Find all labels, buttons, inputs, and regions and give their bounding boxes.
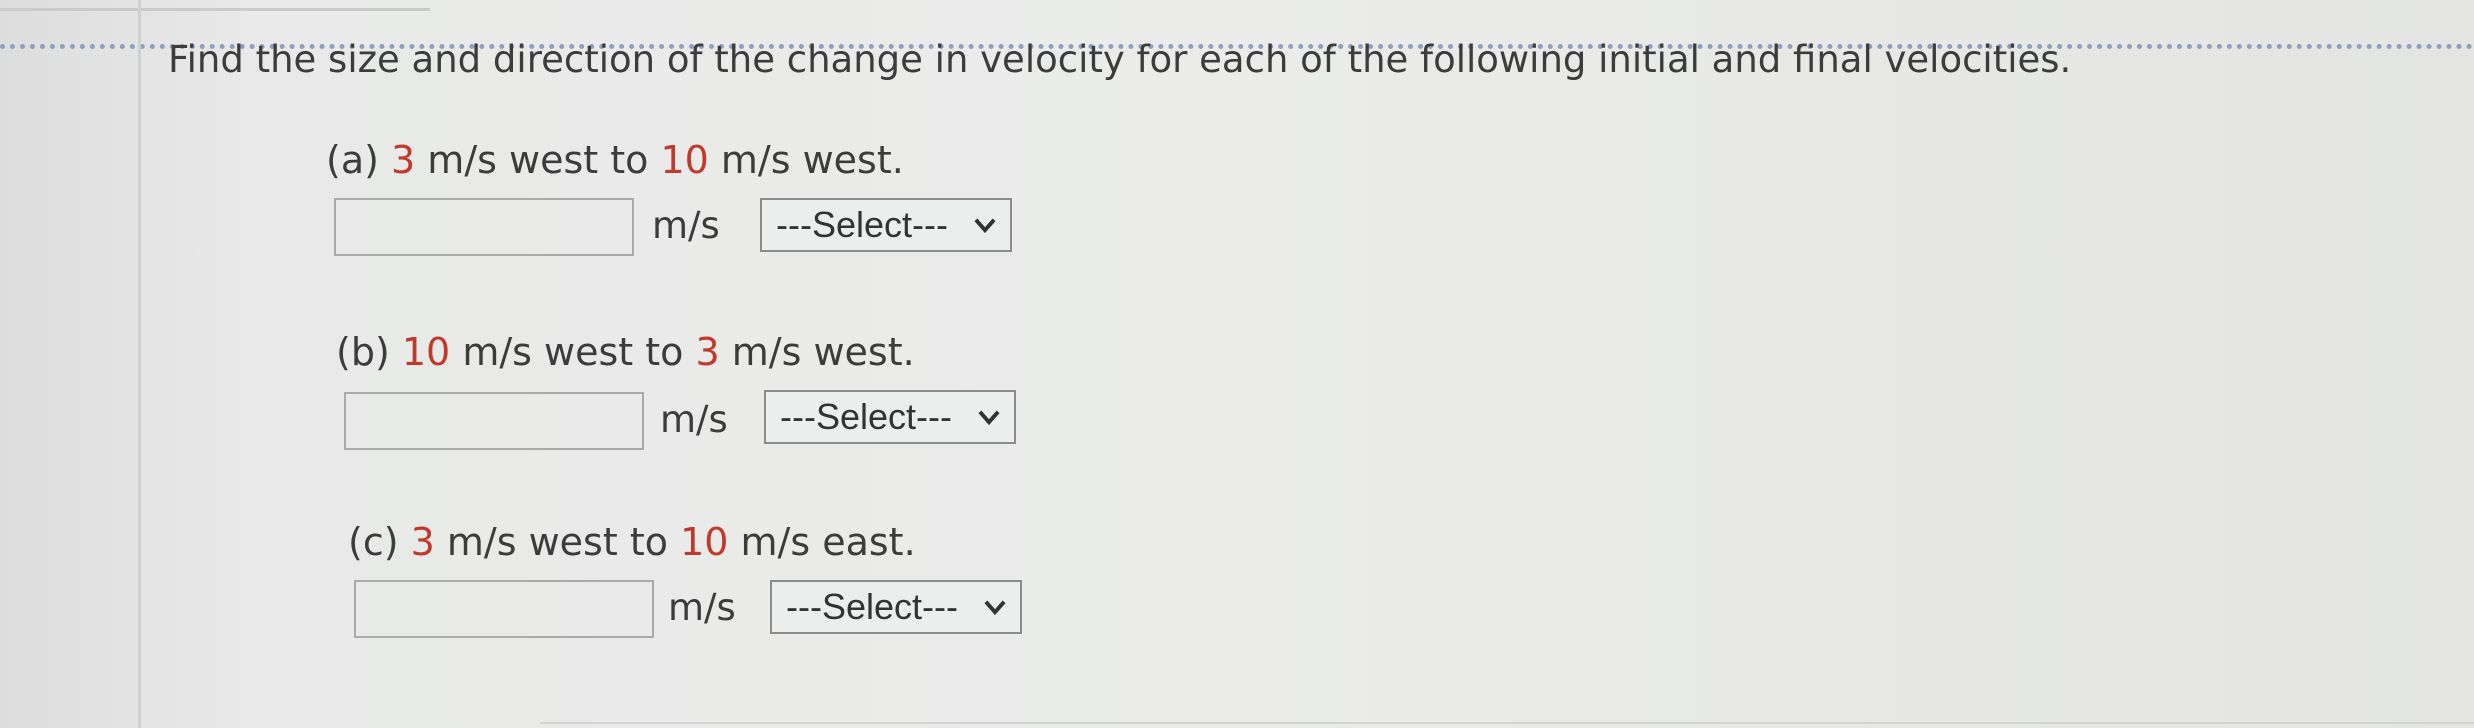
- part-b-answer-input[interactable]: [344, 392, 644, 450]
- final-velocity-value: 10: [660, 138, 709, 182]
- chevron-down-icon: [978, 410, 1000, 426]
- bottom-divider: [540, 722, 2474, 724]
- part-c-prompt: (c) 3 m/s west to 10 m/s east.: [348, 520, 916, 564]
- part-c-answer-input[interactable]: [354, 580, 654, 638]
- question-instructions: Find the size and direction of the chang…: [168, 38, 2072, 81]
- part-b-unit: m/s: [660, 398, 728, 441]
- chevron-down-icon: [974, 218, 996, 234]
- panel-left-border: [138, 0, 141, 728]
- part-c-unit: m/s: [668, 586, 736, 629]
- part-a-unit: m/s: [652, 204, 720, 247]
- initial-velocity-text: m/s west to: [450, 330, 696, 374]
- part-letter: (c): [348, 520, 399, 564]
- chevron-down-icon: [984, 600, 1006, 616]
- initial-velocity-text: m/s west to: [415, 138, 661, 182]
- initial-velocity-value: 3: [391, 138, 416, 182]
- part-a-direction-select[interactable]: ---Select---: [760, 198, 1012, 252]
- part-a-answer-input[interactable]: [334, 198, 634, 256]
- part-letter: (b): [336, 330, 390, 374]
- part-c-direction-select[interactable]: ---Select---: [770, 580, 1022, 634]
- part-a-prompt: (a) 3 m/s west to 10 m/s west.: [326, 138, 904, 182]
- final-velocity-text: m/s west.: [719, 330, 915, 374]
- final-velocity-value: 10: [680, 520, 729, 564]
- select-value: ---Select---: [786, 586, 958, 627]
- final-velocity-text: m/s east.: [728, 520, 916, 564]
- part-b-direction-select[interactable]: ---Select---: [764, 390, 1016, 444]
- final-velocity-value: 3: [695, 330, 720, 374]
- select-value: ---Select---: [776, 204, 948, 245]
- top-tab-divider: [0, 0, 430, 11]
- initial-velocity-text: m/s west to: [434, 520, 681, 564]
- question-panel: Find the size and direction of the chang…: [0, 0, 2474, 728]
- select-value: ---Select---: [780, 396, 952, 437]
- initial-velocity-value: 10: [401, 330, 451, 374]
- final-velocity-text: m/s west.: [708, 138, 904, 182]
- part-b-prompt: (b) 10 m/s west to 3 m/s west.: [336, 330, 915, 374]
- part-letter: (a): [326, 138, 379, 182]
- initial-velocity-value: 3: [410, 520, 435, 564]
